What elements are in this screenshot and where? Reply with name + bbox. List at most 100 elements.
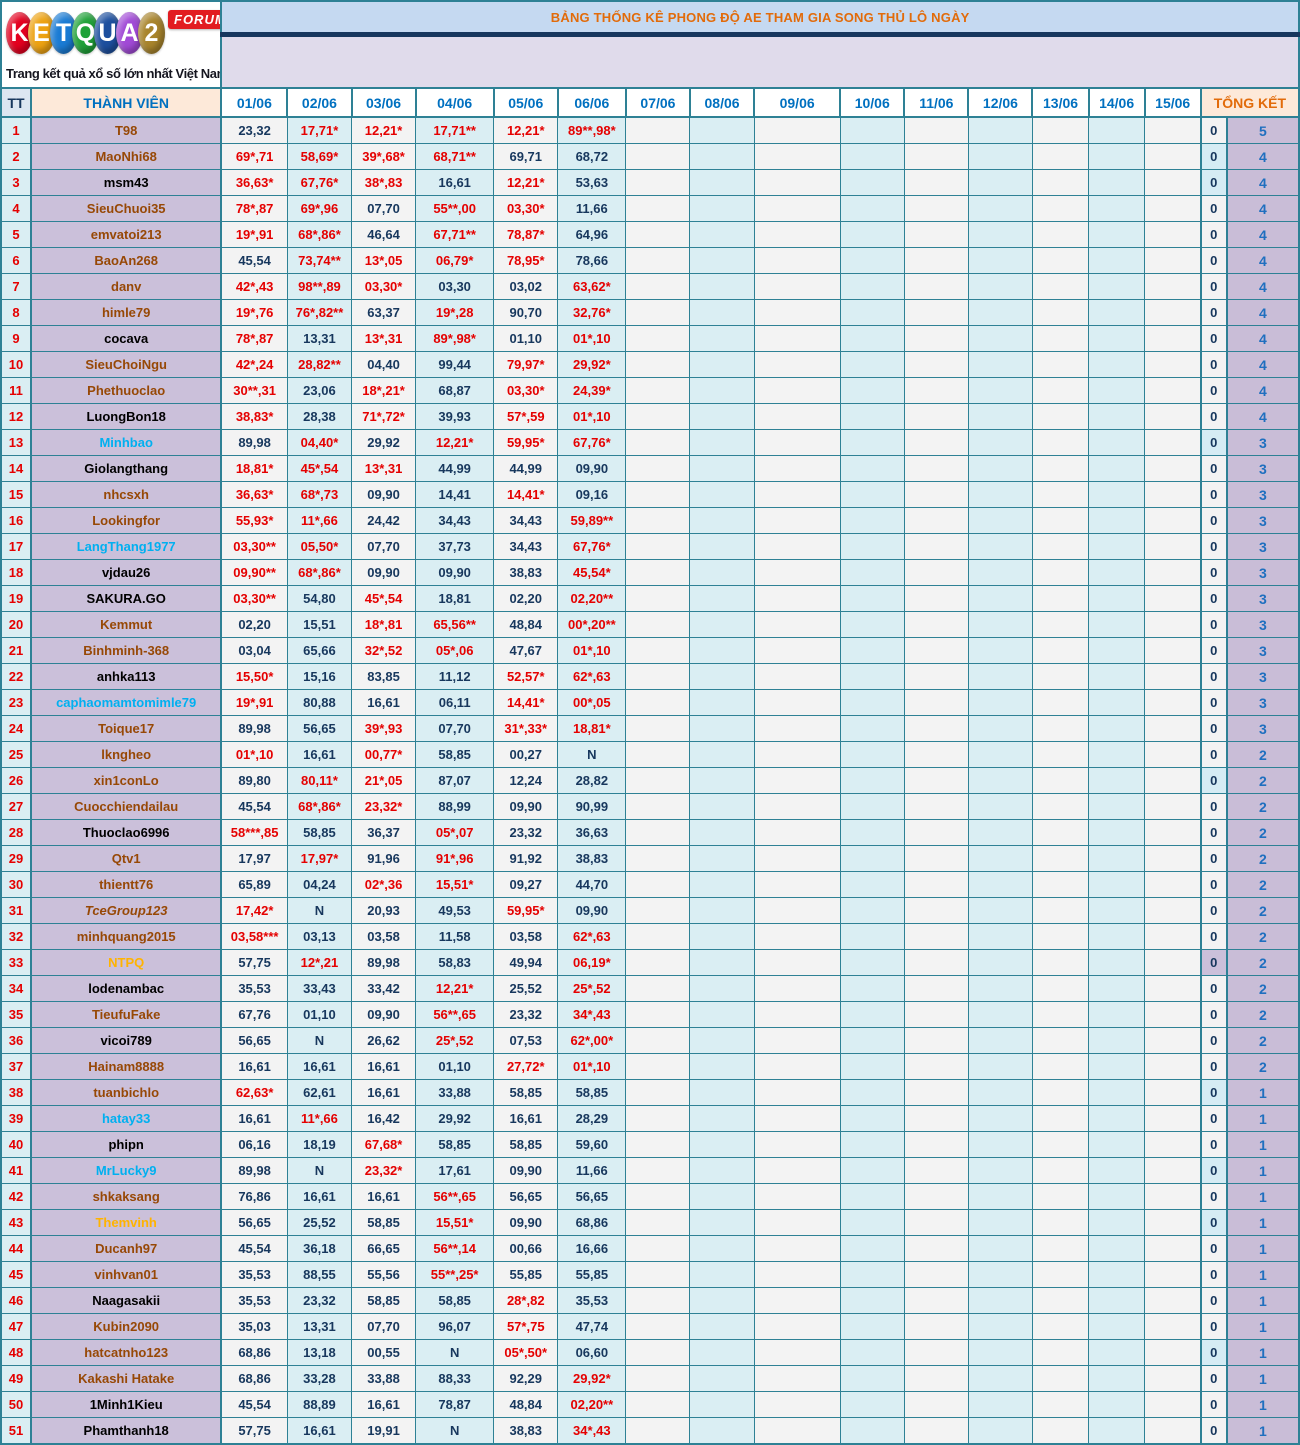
empty-cell — [1088, 585, 1146, 612]
empty-cell — [1088, 741, 1146, 768]
empty-cell — [753, 1157, 841, 1184]
rank-cell: 2 — [0, 143, 32, 170]
empty-cell — [967, 533, 1033, 560]
score-cell: 03,58 — [493, 923, 559, 950]
empty-cell — [967, 351, 1033, 378]
score-cell: 68*,86* — [286, 559, 353, 586]
score-cell: 07,70 — [350, 195, 417, 222]
empty-cell — [689, 637, 755, 664]
empty-cell — [1144, 793, 1202, 820]
empty-cell — [1031, 845, 1090, 872]
score-cell: 67,76* — [557, 533, 627, 560]
brand-letters: KETQUA2 — [6, 8, 165, 54]
empty-cell — [967, 1001, 1033, 1028]
total-cell: 4 — [1225, 403, 1300, 430]
score-cell: 58,85 — [415, 741, 495, 768]
score-cell: 52,57* — [493, 663, 559, 690]
empty-cell — [1144, 195, 1202, 222]
empty-cell — [839, 845, 905, 872]
score-cell: 19,91 — [350, 1417, 417, 1445]
score-cell: 28,82** — [286, 351, 353, 378]
rank-cell: 42 — [0, 1183, 32, 1210]
total-cell: 2 — [1225, 949, 1300, 976]
empty-cell — [1088, 247, 1146, 274]
zero-cell: 0 — [1199, 429, 1228, 456]
empty-cell — [1144, 1313, 1202, 1340]
score-cell: 16,61 — [350, 1183, 417, 1210]
empty-cell — [967, 1027, 1033, 1054]
zero-cell: 0 — [1199, 1053, 1228, 1080]
empty-cell — [1031, 299, 1090, 326]
table-row: 32 minhquang2015 03,58*** 03,13 03,58 11,58 03… — [0, 923, 1300, 950]
empty-cell — [903, 559, 969, 586]
score-cell: 78,95* — [493, 247, 559, 274]
table-row: 49 Kakashi Hatake 68,86 33,28 33,88 88,33 92,2… — [0, 1365, 1300, 1392]
empty-cell — [753, 663, 841, 690]
empty-cell — [625, 1391, 691, 1418]
score-cell: 45*,54 — [286, 455, 353, 482]
empty-cell — [689, 169, 755, 196]
empty-cell — [753, 247, 841, 274]
empty-cell — [903, 923, 969, 950]
empty-cell — [903, 429, 969, 456]
empty-cell — [1031, 221, 1090, 248]
score-cell: 57,75 — [220, 1417, 288, 1445]
member-name: Kubin2090 — [30, 1313, 223, 1340]
score-cell: 14,41 — [415, 481, 495, 508]
score-cell: 12,21* — [350, 116, 417, 144]
empty-cell — [903, 793, 969, 820]
score-cell: 09,90 — [493, 793, 559, 820]
empty-cell — [625, 377, 691, 404]
score-cell: 56,65 — [220, 1027, 288, 1054]
empty-cell — [1144, 845, 1202, 872]
empty-cell — [903, 1235, 969, 1262]
empty-cell — [1088, 1365, 1146, 1392]
score-cell: 05,50* — [286, 533, 353, 560]
rank-cell: 31 — [0, 897, 32, 924]
score-cell: N — [415, 1417, 495, 1445]
empty-cell — [753, 871, 841, 898]
empty-cell — [903, 1079, 969, 1106]
empty-cell — [839, 221, 905, 248]
score-cell: 23,32* — [350, 793, 417, 820]
empty-cell — [1144, 351, 1202, 378]
zero-cell: 0 — [1199, 169, 1228, 196]
score-cell: 90,70 — [493, 299, 559, 326]
empty-cell — [1031, 715, 1090, 742]
empty-cell — [903, 1027, 969, 1054]
empty-cell — [839, 559, 905, 586]
zero-cell: 0 — [1199, 533, 1228, 560]
ketqua2-logo[interactable]: KETQUA2 FORUM Trang kết quả xổ số lớn nh… — [6, 8, 220, 81]
member-name: SieuChoiNgu — [30, 351, 223, 378]
empty-cell — [1144, 221, 1202, 248]
member-name: lodenambac — [30, 975, 223, 1002]
empty-cell — [689, 195, 755, 222]
score-cell: 58,85 — [415, 1287, 495, 1314]
empty-cell — [903, 325, 969, 352]
empty-cell — [1031, 143, 1090, 170]
zero-cell: 0 — [1199, 299, 1228, 326]
empty-cell — [1088, 559, 1146, 586]
total-cell: 4 — [1225, 221, 1300, 248]
empty-cell — [753, 1313, 841, 1340]
empty-cell — [903, 455, 969, 482]
empty-cell — [903, 1365, 969, 1392]
empty-cell — [753, 1417, 841, 1445]
empty-cell — [753, 1027, 841, 1054]
empty-cell — [839, 585, 905, 612]
score-cell: 65,56** — [415, 611, 495, 638]
member-name: TieufuFake — [30, 1001, 223, 1028]
empty-cell — [689, 1183, 755, 1210]
col-header-member: THÀNH VIÊN — [30, 87, 223, 118]
zero-cell: 0 — [1199, 1105, 1228, 1132]
empty-cell — [1031, 1391, 1090, 1418]
score-cell: 62*,00* — [557, 1027, 627, 1054]
empty-cell — [1088, 793, 1146, 820]
empty-cell — [1031, 169, 1090, 196]
score-cell: 01*,10 — [557, 403, 627, 430]
zero-cell: 0 — [1199, 793, 1228, 820]
empty-cell — [1031, 871, 1090, 898]
rank-cell: 9 — [0, 325, 32, 352]
table-row: 51 Phamthanh18 57,75 16,61 19,91 N 38,83 34*,43… — [0, 1417, 1300, 1445]
empty-cell — [903, 975, 969, 1002]
